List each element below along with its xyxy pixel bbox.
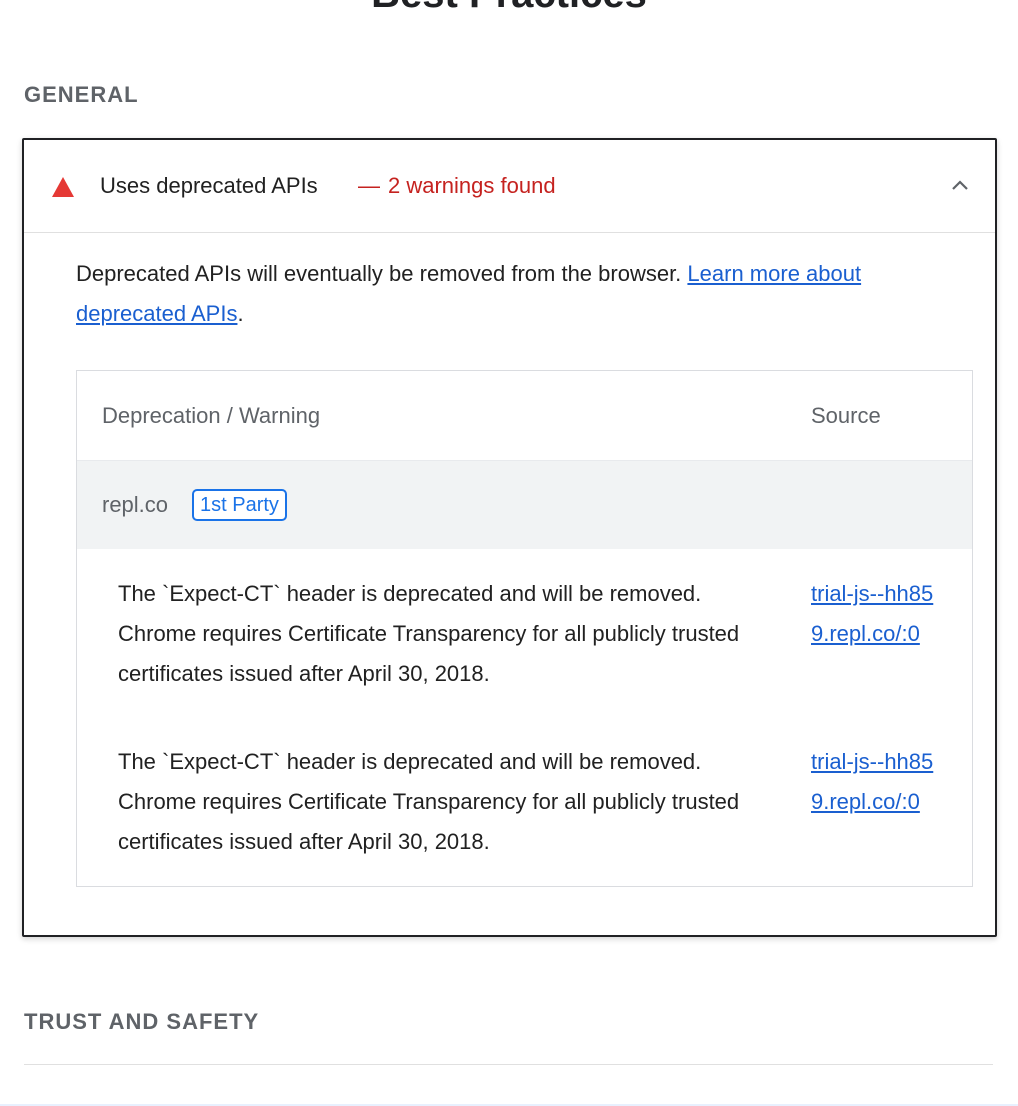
audit-header[interactable]: Uses deprecated APIs — 2 warnings found <box>24 140 995 233</box>
group-heading-trust-and-safety: TRUST AND SAFETY <box>24 1009 260 1034</box>
source-link[interactable]: trial-js--hh859.repl.co/:0 <box>811 581 933 646</box>
column-header-source: Source <box>811 403 881 428</box>
table-row: The `Expect-CT` header is deprecated and… <box>77 574 972 714</box>
warning-triangle-icon <box>52 177 74 197</box>
group-heading-general: GENERAL <box>24 82 139 107</box>
first-party-badge: 1st Party <box>192 489 287 521</box>
audit-description-text: Deprecated APIs will eventually be remov… <box>76 261 682 286</box>
entity-row: repl.co 1st Party <box>77 461 972 549</box>
deprecations-table: Deprecation / Warning Source repl.co 1st… <box>76 370 973 887</box>
audit-display-value: 2 warnings found <box>388 173 556 198</box>
source-cell: trial-js--hh859.repl.co/:0 <box>811 742 951 822</box>
warning-text: The `Expect-CT` header is deprecated and… <box>118 749 740 854</box>
table-header: Deprecation / Warning Source <box>77 371 972 461</box>
warning-text: The `Expect-CT` header is deprecated and… <box>118 581 740 686</box>
chevron-up-icon[interactable] <box>949 174 971 196</box>
divider <box>24 1064 993 1065</box>
audit-description-end: . <box>237 301 244 326</box>
audit-title: Uses deprecated APIs <box>100 173 318 198</box>
column-header-deprecation: Deprecation / Warning <box>102 403 321 428</box>
entity-name: repl.co <box>102 492 169 517</box>
audit-description: Deprecated APIs will eventually be remov… <box>76 254 956 334</box>
page-title: Best Practices <box>0 0 1018 16</box>
audit-deprecated-apis: Uses deprecated APIs — 2 warnings found … <box>22 138 997 937</box>
source-cell: trial-js--hh859.repl.co/:0 <box>811 574 951 654</box>
source-link[interactable]: trial-js--hh859.repl.co/:0 <box>811 749 933 814</box>
audit-separator: — <box>358 173 380 198</box>
table-row: The `Expect-CT` header is deprecated and… <box>77 742 972 882</box>
